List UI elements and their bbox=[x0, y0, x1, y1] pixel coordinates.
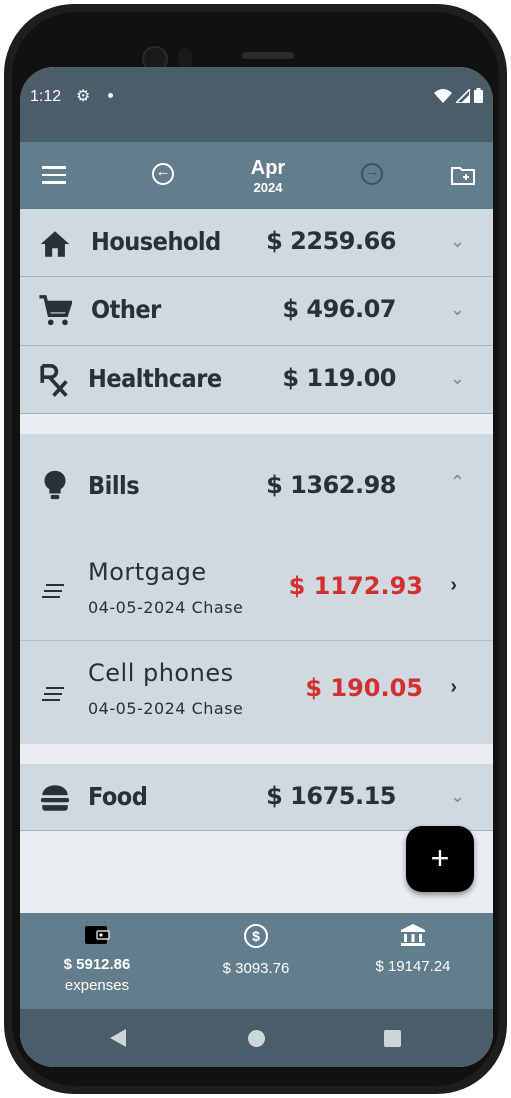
category-name: Food bbox=[88, 782, 148, 811]
category-row-other[interactable]: Other $ 496.07 ⌄ bbox=[20, 277, 493, 346]
category-row-healthcare[interactable]: Healthcare $ 119.00 ⌄ bbox=[20, 346, 493, 414]
svg-text:$: $ bbox=[252, 928, 260, 944]
cart-icon bbox=[39, 295, 72, 326]
next-month-button[interactable]: → bbox=[361, 163, 383, 185]
app-bar: ← Apr 2024 → bbox=[20, 142, 493, 209]
chevron-down-icon[interactable]: ⌄ bbox=[450, 368, 465, 389]
month-label[interactable]: Apr bbox=[220, 158, 316, 178]
transaction-name: Mortgage bbox=[88, 558, 207, 586]
arrow-right-icon: → bbox=[364, 163, 380, 180]
category-amount: $ 2259.66 bbox=[266, 227, 396, 255]
transaction-row[interactable]: Mortgage 04-05-2024 Chase $ 1172.93 › bbox=[20, 540, 493, 641]
category-row-household[interactable]: Household $ 2259.66 ⌄ bbox=[20, 209, 493, 277]
arrow-left-icon: ← bbox=[155, 163, 171, 180]
notification-dot-icon bbox=[108, 93, 113, 98]
category-row-food[interactable]: Food $ 1675.15 ⌄ bbox=[20, 764, 493, 831]
transaction-name: Cell phones bbox=[88, 659, 234, 687]
previous-month-button[interactable]: ← bbox=[152, 163, 174, 185]
nav-accounts[interactable]: $ 19147.24 bbox=[338, 923, 488, 975]
earpiece-speaker bbox=[242, 52, 294, 59]
category-card-bills: Bills $ 1362.98 ⌃ Mortgage 04-05-2024 Ch… bbox=[20, 434, 493, 744]
category-name: Other bbox=[91, 295, 161, 324]
nav-value: $ 5912.86 bbox=[63, 956, 131, 973]
category-name: Healthcare bbox=[88, 364, 222, 393]
category-amount: $ 496.07 bbox=[282, 295, 396, 323]
category-name: Household bbox=[91, 227, 221, 256]
transaction-row[interactable]: Cell phones 04-05-2024 Chase $ 190.05 › bbox=[20, 641, 493, 741]
chevron-down-icon[interactable]: ⌄ bbox=[450, 231, 465, 252]
nav-income[interactable]: $ $ 3093.76 bbox=[181, 923, 331, 977]
dollar-circle-icon: $ bbox=[244, 924, 268, 948]
system-navigation-bar bbox=[20, 1009, 493, 1067]
lightbulb-icon bbox=[44, 470, 66, 500]
add-transaction-button[interactable]: + bbox=[406, 826, 474, 892]
category-amount: $ 1362.98 bbox=[266, 471, 396, 499]
chevron-right-icon[interactable]: › bbox=[450, 676, 457, 699]
burger-icon bbox=[40, 785, 70, 811]
home-icon bbox=[40, 231, 70, 257]
chevron-down-icon[interactable]: ⌄ bbox=[450, 299, 465, 320]
menu-icon[interactable] bbox=[42, 166, 66, 184]
bank-icon bbox=[401, 924, 425, 946]
wifi-icon bbox=[434, 88, 452, 103]
status-icons bbox=[434, 88, 483, 103]
transaction-details: 04-05-2024 Chase bbox=[88, 598, 244, 617]
category-amount: $ 1675.15 bbox=[266, 782, 396, 810]
category-row-bills[interactable]: Bills $ 1362.98 ⌃ bbox=[20, 434, 493, 540]
chevron-right-icon[interactable]: › bbox=[450, 574, 457, 597]
screen: 1:12 ⚙ ← Apr 2024 → Household $ 2259.66 … bbox=[20, 67, 493, 1067]
category-amount: $ 119.00 bbox=[282, 364, 396, 392]
rx-icon bbox=[40, 363, 68, 397]
nav-value: $ 3093.76 bbox=[222, 960, 290, 977]
notes-icon bbox=[42, 687, 64, 705]
status-bar: 1:12 ⚙ bbox=[20, 67, 493, 142]
add-folder-icon[interactable] bbox=[451, 166, 475, 185]
wallet-icon bbox=[85, 926, 110, 944]
transaction-amount: $ 190.05 bbox=[305, 674, 423, 702]
settings-icon: ⚙ bbox=[76, 88, 91, 105]
notes-icon bbox=[42, 584, 64, 602]
home-button-icon[interactable] bbox=[248, 1030, 265, 1047]
chevron-down-icon[interactable]: ⌄ bbox=[450, 786, 465, 807]
chevron-up-icon[interactable]: ⌃ bbox=[450, 472, 465, 493]
category-name: Bills bbox=[88, 471, 140, 500]
signal-icon bbox=[456, 88, 470, 103]
transaction-details: 04-05-2024 Chase bbox=[88, 699, 244, 718]
battery-icon bbox=[474, 88, 483, 103]
transaction-amount: $ 1172.93 bbox=[288, 572, 423, 600]
year-label[interactable]: 2024 bbox=[220, 180, 316, 195]
category-list: Household $ 2259.66 ⌄ Other $ 496.07 ⌄ H… bbox=[20, 209, 493, 912]
back-icon[interactable] bbox=[110, 1029, 126, 1047]
bottom-navigation: $ 5912.86 expenses $ $ 3093.76 $ 19147.2… bbox=[20, 913, 493, 1009]
status-time: 1:12 bbox=[30, 88, 62, 105]
nav-value: $ 19147.24 bbox=[375, 958, 451, 975]
recents-icon[interactable] bbox=[384, 1030, 401, 1047]
nav-label: expenses bbox=[64, 977, 130, 994]
nav-expenses[interactable]: $ 5912.86 expenses bbox=[22, 923, 172, 994]
